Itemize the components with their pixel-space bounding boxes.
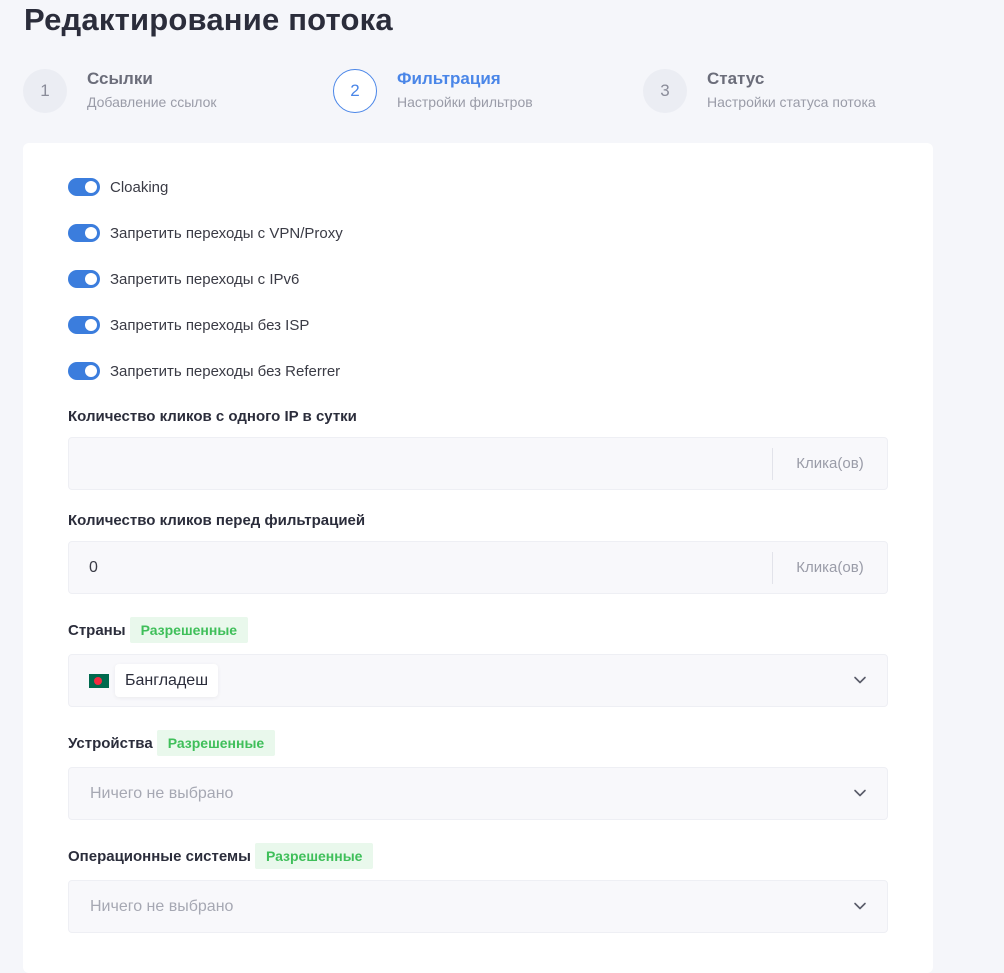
chevron-down-icon: [854, 902, 866, 910]
devices-allowed-badge[interactable]: Разрешенные: [156, 730, 276, 756]
step-subtitle: Настройки фильтров: [397, 94, 533, 110]
chevron-down-icon: [854, 789, 866, 797]
step-links[interactable]: 1 Ссылки Добавление ссылок: [23, 68, 217, 118]
devices-select[interactable]: Ничего не выбрано: [68, 767, 888, 820]
devices-label: Устройства Разрешенные: [68, 730, 276, 756]
toggle-cloaking[interactable]: Cloaking: [68, 177, 168, 197]
step-number: 2: [333, 69, 377, 113]
countries-label-text: Страны: [68, 621, 126, 639]
toggle-label: Запретить переходы без ISP: [110, 316, 310, 334]
step-number: 1: [23, 69, 67, 113]
os-allowed-badge[interactable]: Разрешенные: [254, 843, 374, 869]
devices-label-text: Устройства: [68, 734, 153, 752]
step-status[interactable]: 3 Статус Настройки статуса потока: [643, 68, 876, 118]
step-number: 3: [643, 69, 687, 113]
chevron-down-icon: [854, 676, 866, 684]
countries-label: Страны Разрешенные: [68, 617, 249, 643]
toggle-switch[interactable]: [68, 270, 100, 288]
stepper: 1 Ссылки Добавление ссылок 2 Фильтрация …: [23, 68, 943, 118]
toggle-block-ipv6[interactable]: Запретить переходы с IPv6: [68, 269, 299, 289]
toggle-label: Запретить переходы с VPN/Proxy: [110, 224, 343, 242]
toggle-block-no-referrer[interactable]: Запретить переходы без Referrer: [68, 361, 340, 381]
toggle-block-no-isp[interactable]: Запретить переходы без ISP: [68, 315, 309, 335]
toggle-label: Cloaking: [110, 178, 169, 196]
step-title: Ссылки: [87, 69, 153, 88]
clicks-before-filter-group: Клика(ов): [68, 541, 888, 594]
clicks-per-ip-input[interactable]: [69, 438, 772, 489]
step-filtering[interactable]: 2 Фильтрация Настройки фильтров: [333, 68, 533, 118]
toggle-block-vpn-proxy[interactable]: Запретить переходы с VPN/Proxy: [68, 223, 343, 243]
os-select[interactable]: Ничего не выбрано: [68, 880, 888, 933]
toggle-switch[interactable]: [68, 178, 100, 196]
toggle-switch[interactable]: [68, 224, 100, 242]
os-placeholder: Ничего не выбрано: [90, 898, 234, 915]
countries-select[interactable]: Бангладеш: [68, 654, 888, 707]
step-title: Статус: [707, 69, 765, 88]
filter-settings-card: Cloaking Запретить переходы с VPN/Proxy …: [23, 143, 933, 973]
toggle-switch[interactable]: [68, 316, 100, 334]
os-label: Операционные системы Разрешенные: [68, 843, 374, 869]
devices-placeholder: Ничего не выбрано: [90, 785, 234, 802]
toggle-label: Запретить переходы без Referrer: [110, 362, 341, 380]
clicks-suffix: Клика(ов): [796, 559, 864, 576]
countries-allowed-badge[interactable]: Разрешенные: [129, 617, 249, 643]
country-chip[interactable]: Бангладеш: [89, 664, 219, 697]
country-chip-label: Бангладеш: [115, 664, 219, 697]
page-title: Редактирование потока: [24, 2, 393, 37]
step-subtitle: Добавление ссылок: [87, 94, 217, 110]
bangladesh-flag-icon: [89, 673, 109, 688]
clicks-before-filter-label: Количество кликов перед фильтрацией: [68, 512, 366, 529]
toggle-switch[interactable]: [68, 362, 100, 380]
clicks-before-filter-input[interactable]: [69, 542, 772, 593]
step-title: Фильтрация: [397, 69, 501, 88]
os-label-text: Операционные системы: [68, 847, 251, 865]
step-subtitle: Настройки статуса потока: [707, 94, 876, 110]
toggle-label: Запретить переходы с IPv6: [110, 270, 300, 288]
clicks-per-ip-group: Клика(ов): [68, 437, 888, 490]
clicks-suffix: Клика(ов): [796, 455, 864, 472]
clicks-per-ip-label: Количество кликов с одного IP в сутки: [68, 408, 357, 425]
